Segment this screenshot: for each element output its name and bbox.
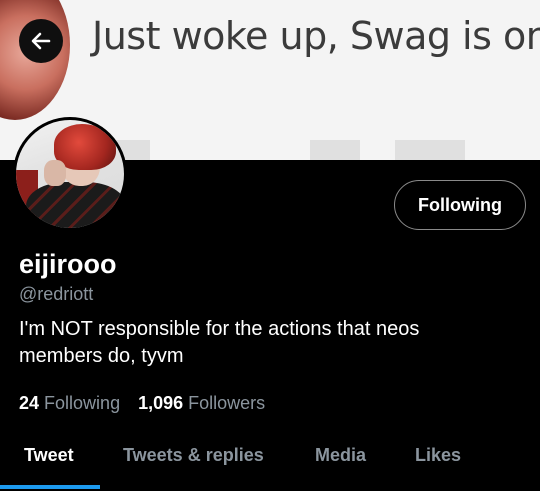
- following-stat[interactable]: 24 Following: [19, 393, 120, 413]
- tab-likes[interactable]: Likes: [415, 445, 461, 466]
- banner-caption: Just woke up, Swag is on: [92, 14, 540, 58]
- banner-faded-icon: [310, 140, 360, 160]
- following-count: 24: [19, 393, 40, 413]
- user-handle: @redriott: [19, 284, 94, 304]
- followers-count: 1,096: [138, 393, 184, 413]
- followers-label: Followers: [188, 393, 266, 413]
- back-button[interactable]: [19, 19, 63, 63]
- active-tab-indicator: [0, 485, 100, 489]
- profile-bio: I'm NOT responsible for the actions that…: [19, 318, 420, 367]
- tab-tweets-and-replies[interactable]: Tweets & replies: [123, 445, 264, 466]
- tab-tweets[interactable]: Tweet: [24, 445, 74, 466]
- arrow-left-icon: [31, 32, 51, 50]
- tab-media[interactable]: Media: [315, 445, 366, 466]
- avatar[interactable]: [13, 117, 127, 231]
- following-label: Following: [44, 393, 121, 413]
- following-button[interactable]: Following: [394, 180, 526, 230]
- banner-faded-count: [395, 140, 465, 160]
- profile-tabs: Tweet Tweets & replies Media Likes: [0, 432, 540, 491]
- follow-stats: 24 Following 1,096 Followers: [19, 393, 265, 414]
- avatar-image: [16, 120, 124, 228]
- followers-stat[interactable]: 1,096 Followers: [138, 393, 265, 413]
- display-name: eijirooo: [19, 249, 117, 279]
